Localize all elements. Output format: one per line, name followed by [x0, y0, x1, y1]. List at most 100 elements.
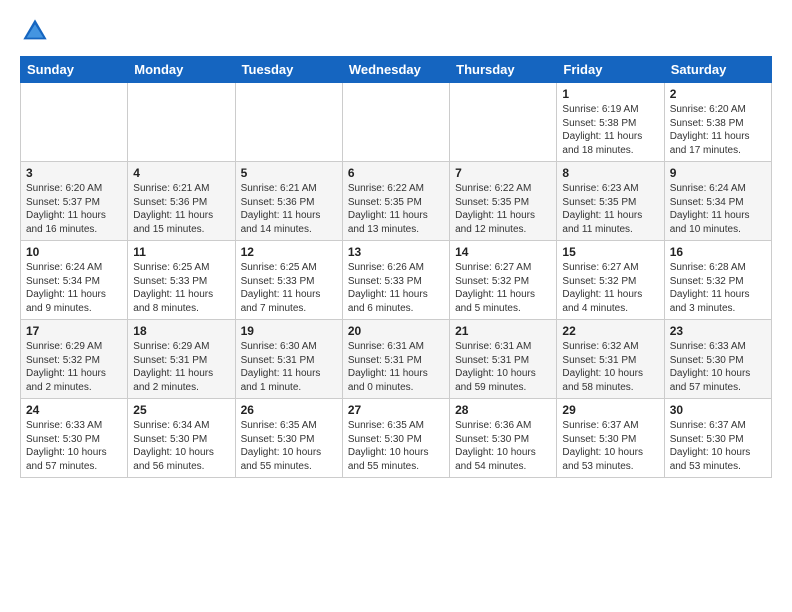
day-info: Sunrise: 6:24 AMSunset: 5:34 PMDaylight:…	[670, 182, 766, 236]
day-number: 11	[133, 245, 229, 259]
day-number: 14	[455, 245, 551, 259]
weekday-sunday: Sunday	[21, 57, 128, 83]
day-info: Sunrise: 6:28 AMSunset: 5:32 PMDaylight:…	[670, 261, 766, 315]
day-number: 5	[241, 166, 337, 180]
day-cell: 1Sunrise: 6:19 AMSunset: 5:38 PMDaylight…	[557, 83, 664, 162]
day-number: 20	[348, 324, 444, 338]
day-cell: 3 Sunrise: 6:20 AMSunset: 5:37 PMDaylight…	[21, 162, 128, 241]
day-cell: 11 Sunrise: 6:25 AMSunset: 5:33 PMDayligh…	[128, 241, 235, 320]
day-number: 18	[133, 324, 229, 338]
day-cell	[128, 83, 235, 162]
day-cell: 8Sunrise: 6:23 AMSunset: 5:35 PMDaylight…	[557, 162, 664, 241]
day-info: Sunrise: 6:37 AMSunset: 5:30 PMDaylight:…	[670, 419, 766, 473]
day-info: Sunrise: 6:23 AMSunset: 5:35 PMDaylight:…	[562, 182, 658, 236]
day-cell: 26 Sunrise: 6:35 AMSunset: 5:30 PMDayligh…	[235, 399, 342, 478]
week-row-3: 10Sunrise: 6:24 AMSunset: 5:34 PMDayligh…	[21, 241, 772, 320]
day-cell: 17 Sunrise: 6:29 AMSunset: 5:32 PMDayligh…	[21, 320, 128, 399]
day-info: Sunrise: 6:25 AMSunset: 5:33 PMDaylight:…	[241, 261, 337, 315]
logo-icon	[20, 16, 50, 46]
day-number: 28	[455, 403, 551, 417]
weekday-tuesday: Tuesday	[235, 57, 342, 83]
day-number: 4	[133, 166, 229, 180]
day-cell: 27Sunrise: 6:35 AMSunset: 5:30 PMDayligh…	[342, 399, 449, 478]
day-cell: 9 Sunrise: 6:24 AMSunset: 5:34 PMDaylight…	[664, 162, 771, 241]
week-row-5: 24 Sunrise: 6:33 AMSunset: 5:30 PMDayligh…	[21, 399, 772, 478]
day-info: Sunrise: 6:25 AMSunset: 5:33 PMDaylight:…	[133, 261, 229, 315]
day-info: Sunrise: 6:20 AMSunset: 5:37 PMDaylight:…	[26, 182, 122, 236]
day-info: Sunrise: 6:33 AMSunset: 5:30 PMDaylight:…	[670, 340, 766, 394]
week-row-1: 1Sunrise: 6:19 AMSunset: 5:38 PMDaylight…	[21, 83, 772, 162]
day-cell: 14 Sunrise: 6:27 AMSunset: 5:32 PMDayligh…	[450, 241, 557, 320]
day-info: Sunrise: 6:21 AMSunset: 5:36 PMDaylight:…	[241, 182, 337, 236]
day-number: 26	[241, 403, 337, 417]
day-number: 22	[562, 324, 658, 338]
day-info: Sunrise: 6:33 AMSunset: 5:30 PMDaylight:…	[26, 419, 122, 473]
day-info: Sunrise: 6:22 AMSunset: 5:35 PMDaylight:…	[348, 182, 444, 236]
day-number: 24	[26, 403, 122, 417]
day-cell	[21, 83, 128, 162]
calendar-table: SundayMondayTuesdayWednesdayThursdayFrid…	[20, 56, 772, 478]
header	[20, 16, 772, 46]
day-cell: 2 Sunrise: 6:20 AMSunset: 5:38 PMDaylight…	[664, 83, 771, 162]
day-number: 29	[562, 403, 658, 417]
day-info: Sunrise: 6:29 AMSunset: 5:32 PMDaylight:…	[26, 340, 122, 394]
day-number: 2	[670, 87, 766, 101]
day-cell: 6 Sunrise: 6:22 AMSunset: 5:35 PMDaylight…	[342, 162, 449, 241]
day-cell: 20 Sunrise: 6:31 AMSunset: 5:31 PMDayligh…	[342, 320, 449, 399]
day-info: Sunrise: 6:36 AMSunset: 5:30 PMDaylight:…	[455, 419, 551, 473]
day-number: 10	[26, 245, 122, 259]
page: SundayMondayTuesdayWednesdayThursdayFrid…	[0, 0, 792, 612]
week-row-2: 3 Sunrise: 6:20 AMSunset: 5:37 PMDaylight…	[21, 162, 772, 241]
weekday-monday: Monday	[128, 57, 235, 83]
day-info: Sunrise: 6:22 AMSunset: 5:35 PMDaylight:…	[455, 182, 551, 236]
day-number: 7	[455, 166, 551, 180]
day-info: Sunrise: 6:30 AMSunset: 5:31 PMDaylight:…	[241, 340, 337, 394]
day-number: 6	[348, 166, 444, 180]
day-cell	[342, 83, 449, 162]
day-cell: 23Sunrise: 6:33 AMSunset: 5:30 PMDayligh…	[664, 320, 771, 399]
week-row-4: 17 Sunrise: 6:29 AMSunset: 5:32 PMDayligh…	[21, 320, 772, 399]
weekday-saturday: Saturday	[664, 57, 771, 83]
day-info: Sunrise: 6:27 AMSunset: 5:32 PMDaylight:…	[455, 261, 551, 315]
weekday-friday: Friday	[557, 57, 664, 83]
day-info: Sunrise: 6:34 AMSunset: 5:30 PMDaylight:…	[133, 419, 229, 473]
day-cell: 30Sunrise: 6:37 AMSunset: 5:30 PMDayligh…	[664, 399, 771, 478]
weekday-thursday: Thursday	[450, 57, 557, 83]
day-cell: 21 Sunrise: 6:31 AMSunset: 5:31 PMDayligh…	[450, 320, 557, 399]
day-cell: 24 Sunrise: 6:33 AMSunset: 5:30 PMDayligh…	[21, 399, 128, 478]
day-info: Sunrise: 6:19 AMSunset: 5:38 PMDaylight:…	[562, 103, 658, 157]
day-info: Sunrise: 6:21 AMSunset: 5:36 PMDaylight:…	[133, 182, 229, 236]
day-cell: 12 Sunrise: 6:25 AMSunset: 5:33 PMDayligh…	[235, 241, 342, 320]
day-cell: 13 Sunrise: 6:26 AMSunset: 5:33 PMDayligh…	[342, 241, 449, 320]
day-number: 3	[26, 166, 122, 180]
day-number: 16	[670, 245, 766, 259]
day-cell: 5 Sunrise: 6:21 AMSunset: 5:36 PMDaylight…	[235, 162, 342, 241]
day-cell: 18 Sunrise: 6:29 AMSunset: 5:31 PMDayligh…	[128, 320, 235, 399]
day-cell: 25 Sunrise: 6:34 AMSunset: 5:30 PMDayligh…	[128, 399, 235, 478]
day-info: Sunrise: 6:27 AMSunset: 5:32 PMDaylight:…	[562, 261, 658, 315]
day-cell: 28 Sunrise: 6:36 AMSunset: 5:30 PMDayligh…	[450, 399, 557, 478]
day-info: Sunrise: 6:29 AMSunset: 5:31 PMDaylight:…	[133, 340, 229, 394]
day-number: 25	[133, 403, 229, 417]
day-number: 9	[670, 166, 766, 180]
weekday-header-row: SundayMondayTuesdayWednesdayThursdayFrid…	[21, 57, 772, 83]
day-number: 17	[26, 324, 122, 338]
day-info: Sunrise: 6:31 AMSunset: 5:31 PMDaylight:…	[455, 340, 551, 394]
day-info: Sunrise: 6:35 AMSunset: 5:30 PMDaylight:…	[241, 419, 337, 473]
day-cell: 7 Sunrise: 6:22 AMSunset: 5:35 PMDaylight…	[450, 162, 557, 241]
day-number: 21	[455, 324, 551, 338]
day-cell: 15Sunrise: 6:27 AMSunset: 5:32 PMDayligh…	[557, 241, 664, 320]
day-cell: 4 Sunrise: 6:21 AMSunset: 5:36 PMDaylight…	[128, 162, 235, 241]
day-cell: 10Sunrise: 6:24 AMSunset: 5:34 PMDayligh…	[21, 241, 128, 320]
day-info: Sunrise: 6:32 AMSunset: 5:31 PMDaylight:…	[562, 340, 658, 394]
day-number: 12	[241, 245, 337, 259]
day-cell: 16 Sunrise: 6:28 AMSunset: 5:32 PMDayligh…	[664, 241, 771, 320]
day-info: Sunrise: 6:20 AMSunset: 5:38 PMDaylight:…	[670, 103, 766, 157]
day-info: Sunrise: 6:31 AMSunset: 5:31 PMDaylight:…	[348, 340, 444, 394]
day-info: Sunrise: 6:37 AMSunset: 5:30 PMDaylight:…	[562, 419, 658, 473]
day-number: 13	[348, 245, 444, 259]
day-cell: 29 Sunrise: 6:37 AMSunset: 5:30 PMDayligh…	[557, 399, 664, 478]
day-info: Sunrise: 6:26 AMSunset: 5:33 PMDaylight:…	[348, 261, 444, 315]
logo	[20, 16, 54, 46]
day-cell: 19Sunrise: 6:30 AMSunset: 5:31 PMDayligh…	[235, 320, 342, 399]
